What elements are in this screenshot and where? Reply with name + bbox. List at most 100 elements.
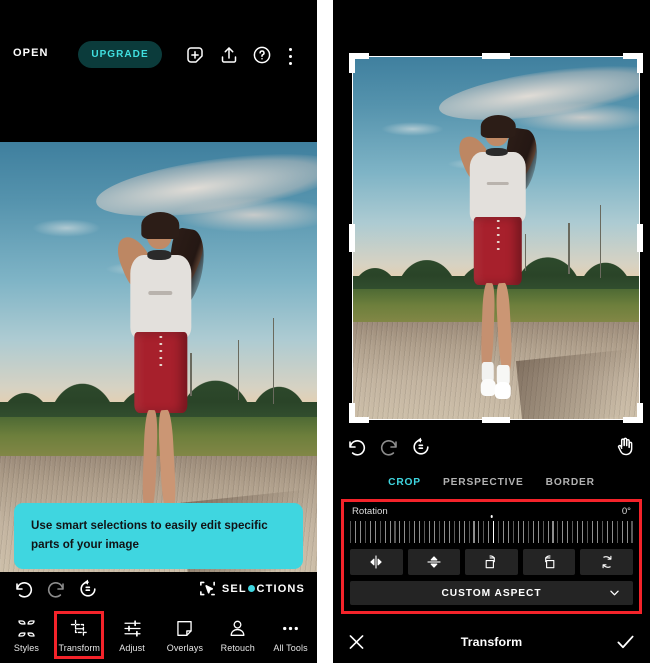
nav-label-styles: Styles bbox=[13, 642, 39, 653]
tooltip-text: Use smart selections to easily edit spec… bbox=[31, 519, 268, 552]
left-history-row: SEL CTIONS bbox=[0, 575, 317, 607]
utility-pole bbox=[599, 205, 602, 279]
crop-controls-highlight-box: Rotation 0° CUSTOM ASPECT bbox=[341, 499, 642, 614]
rotation-tick bbox=[448, 521, 450, 543]
rotation-tick bbox=[463, 521, 465, 543]
skirt-buttons bbox=[159, 335, 162, 410]
left-shoe bbox=[481, 379, 496, 397]
utility-pole bbox=[568, 223, 570, 275]
crop-handle-top-left[interactable] bbox=[349, 53, 355, 73]
hair bbox=[141, 211, 180, 239]
nav-item-retouch[interactable]: Retouch bbox=[211, 607, 264, 663]
smart-selections-tooltip[interactable]: Use smart selections to easily edit spec… bbox=[14, 503, 303, 569]
overflow-menu-icon[interactable] bbox=[288, 44, 293, 66]
open-button[interactable]: OPEN bbox=[13, 47, 49, 59]
cloud bbox=[380, 121, 445, 137]
right-leg bbox=[157, 409, 178, 518]
retouch-icon bbox=[230, 620, 245, 636]
rotate-right-icon[interactable] bbox=[465, 549, 518, 575]
redo-icon[interactable] bbox=[377, 435, 401, 459]
rotation-tick bbox=[621, 521, 623, 543]
subject-figure bbox=[452, 115, 544, 402]
rotation-tick bbox=[424, 521, 426, 543]
rotation-tick bbox=[379, 521, 381, 543]
right-phone-panel: CROP PERSPECTIVE BORDER Rotation 0° CUST… bbox=[333, 0, 650, 663]
hair bbox=[480, 115, 516, 138]
rotation-tick bbox=[453, 521, 455, 543]
undo-icon[interactable] bbox=[12, 577, 36, 601]
rotation-tick bbox=[616, 521, 618, 543]
chevron-down-icon bbox=[608, 587, 621, 600]
nav-item-all-tools[interactable]: All Tools bbox=[264, 607, 317, 663]
nav-item-adjust[interactable]: Adjust bbox=[106, 607, 159, 663]
flip-vertical-icon[interactable] bbox=[407, 549, 461, 575]
revert-icon[interactable] bbox=[409, 435, 433, 459]
rotation-tick bbox=[483, 521, 485, 543]
left-leg bbox=[141, 409, 159, 518]
rotation-tick bbox=[354, 521, 357, 543]
transform-highlight-box bbox=[54, 611, 105, 659]
upgrade-button-label: UPGRADE bbox=[91, 49, 149, 60]
transform-footer-bar: Transform bbox=[333, 621, 650, 663]
rotation-tick bbox=[552, 521, 554, 543]
white-shirt bbox=[470, 151, 526, 223]
selections-badge[interactable]: SEL CTIONS bbox=[198, 578, 305, 599]
redo-icon[interactable] bbox=[44, 577, 68, 601]
overlays-icon bbox=[177, 620, 193, 636]
transform-tool-row bbox=[350, 549, 633, 575]
add-photo-icon[interactable] bbox=[184, 44, 206, 66]
rotation-slider[interactable] bbox=[350, 521, 633, 543]
crop-handle-left[interactable] bbox=[349, 224, 355, 252]
crop-handle-bottom-left[interactable] bbox=[349, 403, 355, 423]
rotation-tick bbox=[389, 521, 391, 543]
rotation-tick bbox=[542, 521, 544, 543]
nav-item-styles[interactable]: Styles bbox=[0, 607, 53, 663]
rotate-90-icon[interactable] bbox=[580, 549, 633, 575]
cropped-photo bbox=[352, 56, 640, 420]
bottom-tool-nav: Styles Transform Adjust Overlays Retouch… bbox=[0, 607, 317, 663]
rotation-tick bbox=[512, 521, 515, 543]
rotation-tick bbox=[587, 521, 589, 543]
close-icon[interactable] bbox=[347, 633, 366, 652]
crop-overlay[interactable] bbox=[349, 53, 643, 423]
help-icon[interactable] bbox=[251, 44, 273, 66]
collar bbox=[485, 147, 508, 157]
export-icon[interactable] bbox=[218, 44, 240, 66]
rotation-tick bbox=[577, 521, 579, 543]
rotation-tick bbox=[364, 521, 366, 543]
upgrade-button[interactable]: UPGRADE bbox=[78, 41, 162, 68]
rotate-left-icon[interactable] bbox=[522, 549, 576, 575]
undo-icon[interactable] bbox=[345, 435, 369, 459]
cloud bbox=[31, 219, 102, 237]
revert-icon[interactable] bbox=[76, 577, 100, 601]
menu-dot bbox=[288, 48, 293, 52]
panel-divider bbox=[317, 0, 333, 663]
rotation-tick bbox=[433, 521, 436, 543]
flip-horizontal-icon[interactable] bbox=[350, 549, 403, 575]
nav-label-retouch: Retouch bbox=[220, 642, 255, 653]
custom-aspect-button[interactable]: CUSTOM ASPECT bbox=[350, 581, 633, 605]
rotation-tick bbox=[582, 521, 584, 543]
rotation-tick bbox=[359, 521, 361, 543]
menu-dot bbox=[288, 61, 293, 65]
rotation-tick bbox=[517, 521, 519, 543]
crop-handle-top[interactable] bbox=[482, 53, 510, 59]
left-header-bar: OPEN UPGRADE bbox=[0, 0, 317, 142]
crop-handle-top-right[interactable] bbox=[637, 53, 643, 73]
crop-handle-bottom[interactable] bbox=[482, 417, 510, 423]
tab-border[interactable]: BORDER bbox=[546, 477, 595, 488]
crop-handle-bottom-right[interactable] bbox=[637, 403, 643, 423]
check-icon[interactable] bbox=[615, 632, 636, 653]
rotation-header: Rotation 0° bbox=[352, 506, 631, 520]
crop-handle-right[interactable] bbox=[637, 224, 643, 252]
hand-icon[interactable] bbox=[614, 435, 637, 458]
rotation-tick bbox=[591, 521, 594, 543]
tab-crop[interactable]: CROP bbox=[388, 477, 421, 488]
styles-icon bbox=[18, 619, 35, 637]
left-leg bbox=[480, 282, 496, 374]
nav-item-transform[interactable]: Transform bbox=[53, 607, 106, 663]
tab-perspective[interactable]: PERSPECTIVE bbox=[443, 477, 524, 488]
nav-item-overlays[interactable]: Overlays bbox=[158, 607, 211, 663]
selections-icon bbox=[198, 579, 217, 598]
rotation-tick bbox=[414, 521, 416, 543]
